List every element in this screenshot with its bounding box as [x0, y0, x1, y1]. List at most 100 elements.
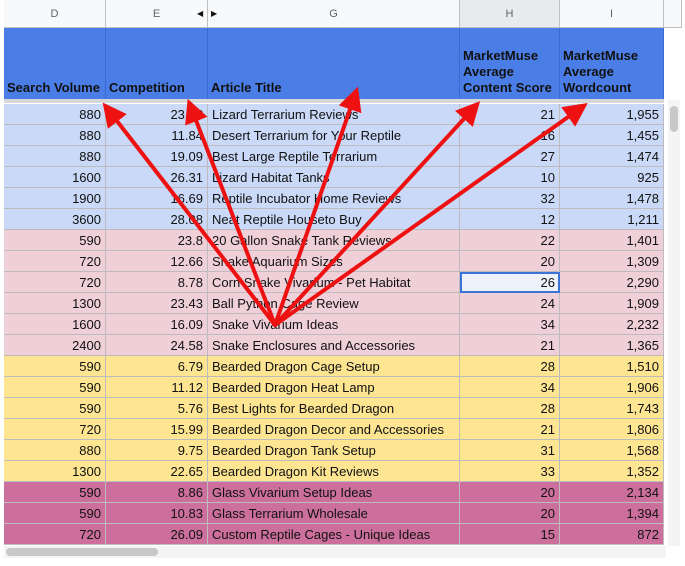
cell-wordcount[interactable]: 1,365	[560, 335, 664, 356]
column-header-h[interactable]: H	[460, 0, 560, 28]
cell-article-title[interactable]: Custom Reptile Cages - Unique Ideas	[208, 524, 460, 545]
cell-search-volume[interactable]: 880	[4, 125, 106, 146]
column-header-d[interactable]: D	[4, 0, 106, 28]
cell-competition[interactable]: 8.86	[106, 482, 208, 503]
cell-search-volume[interactable]: 3600	[4, 209, 106, 230]
cell-competition[interactable]: 8.78	[106, 272, 208, 293]
cell-competition[interactable]: 16.69	[106, 188, 208, 209]
cell-content-score[interactable]: 26	[460, 272, 560, 293]
cell-content-score[interactable]: 21	[460, 335, 560, 356]
cell-article-title[interactable]: Bearded Dragon Decor and Accessories	[208, 419, 460, 440]
cell-wordcount[interactable]: 872	[560, 524, 664, 545]
cell-wordcount[interactable]: 1,906	[560, 377, 664, 398]
cell-article-title[interactable]: 20 Gallon Snake Tank Reviews	[208, 230, 460, 251]
cell-content-score[interactable]: 27	[460, 146, 560, 167]
cell-wordcount[interactable]: 925	[560, 167, 664, 188]
vertical-scroll-thumb[interactable]	[670, 106, 678, 132]
cell-wordcount[interactable]: 1,743	[560, 398, 664, 419]
cell-competition[interactable]: 16.09	[106, 314, 208, 335]
cell-search-volume[interactable]: 1300	[4, 293, 106, 314]
frozen-row-divider[interactable]	[4, 99, 664, 103]
cell-article-title[interactable]: Bearded Dragon Tank Setup	[208, 440, 460, 461]
cell-article-title[interactable]: Reptile Incubator Home Reviews	[208, 188, 460, 209]
cell-wordcount[interactable]: 1,401	[560, 230, 664, 251]
cell-content-score[interactable]: 24	[460, 293, 560, 314]
cell-content-score[interactable]: 34	[460, 314, 560, 335]
cell-article-title[interactable]: Bearded Dragon Heat Lamp	[208, 377, 460, 398]
cell-competition[interactable]: 28.08	[106, 209, 208, 230]
cell-content-score[interactable]: 28	[460, 398, 560, 419]
cell-article-title[interactable]: Lizard Terrarium Reviews	[208, 104, 460, 125]
column-header-e[interactable]: E	[106, 0, 208, 28]
cell-search-volume[interactable]: 590	[4, 377, 106, 398]
cell-article-title[interactable]: Bearded Dragon Kit Reviews	[208, 461, 460, 482]
cell-search-volume[interactable]: 590	[4, 398, 106, 419]
cell-content-score[interactable]: 16	[460, 125, 560, 146]
cell-competition[interactable]: 19.09	[106, 146, 208, 167]
hidden-columns-left-icon[interactable]: ◀	[197, 9, 203, 18]
cell-wordcount[interactable]: 1,909	[560, 293, 664, 314]
column-header-g[interactable]: G	[208, 0, 460, 28]
cell-content-score[interactable]: 28	[460, 356, 560, 377]
cell-wordcount[interactable]: 1,352	[560, 461, 664, 482]
cell-search-volume[interactable]: 720	[4, 524, 106, 545]
cell-content-score[interactable]: 20	[460, 251, 560, 272]
cell-wordcount[interactable]: 1,474	[560, 146, 664, 167]
header-article-title[interactable]: Article Title	[208, 28, 460, 100]
cell-competition[interactable]: 6.79	[106, 356, 208, 377]
cell-competition[interactable]: 23.43	[106, 293, 208, 314]
cell-article-title[interactable]: Best Large Reptile Terrarium	[208, 146, 460, 167]
header-content-score[interactable]: MarketMuse Average Content Score	[460, 28, 560, 100]
cell-content-score[interactable]: 21	[460, 419, 560, 440]
cell-search-volume[interactable]: 2400	[4, 335, 106, 356]
cell-competition[interactable]: 9.75	[106, 440, 208, 461]
cell-search-volume[interactable]: 880	[4, 104, 106, 125]
cell-wordcount[interactable]: 1,955	[560, 104, 664, 125]
cell-article-title[interactable]: Desert Terrarium for Your Reptile	[208, 125, 460, 146]
cell-wordcount[interactable]: 1,211	[560, 209, 664, 230]
cell-article-title[interactable]: Neat Reptile Houseto Buy	[208, 209, 460, 230]
cell-article-title[interactable]: Lizard Habitat Tanks	[208, 167, 460, 188]
cell-article-title[interactable]: Snake Vivarium Ideas	[208, 314, 460, 335]
cell-content-score[interactable]: 34	[460, 377, 560, 398]
cell-content-score[interactable]: 32	[460, 188, 560, 209]
column-header-i[interactable]: I	[560, 0, 664, 28]
horizontal-scrollbar[interactable]	[4, 546, 666, 558]
cell-search-volume[interactable]: 1600	[4, 167, 106, 188]
cell-search-volume[interactable]: 720	[4, 251, 106, 272]
cell-search-volume[interactable]: 590	[4, 230, 106, 251]
cell-wordcount[interactable]: 1,394	[560, 503, 664, 524]
cell-search-volume[interactable]: 720	[4, 419, 106, 440]
cell-article-title[interactable]: Glass Terrarium Wholesale	[208, 503, 460, 524]
cell-search-volume[interactable]: 590	[4, 482, 106, 503]
vertical-scrollbar[interactable]	[668, 100, 680, 546]
cell-search-volume[interactable]: 1300	[4, 461, 106, 482]
cell-article-title[interactable]: Glass Vivarium Setup Ideas	[208, 482, 460, 503]
cell-search-volume[interactable]: 1900	[4, 188, 106, 209]
cell-competition[interactable]: 26.09	[106, 524, 208, 545]
cell-wordcount[interactable]: 1,309	[560, 251, 664, 272]
cell-competition[interactable]: 11.12	[106, 377, 208, 398]
header-competition[interactable]: Competition	[106, 28, 208, 100]
cell-content-score[interactable]: 21	[460, 104, 560, 125]
cell-competition[interactable]: 22.65	[106, 461, 208, 482]
cell-competition[interactable]: 11.84	[106, 125, 208, 146]
cell-competition[interactable]: 26.31	[106, 167, 208, 188]
cell-wordcount[interactable]: 2,290	[560, 272, 664, 293]
cell-wordcount[interactable]: 2,232	[560, 314, 664, 335]
cell-competition[interactable]: 5.76	[106, 398, 208, 419]
cell-wordcount[interactable]: 1,806	[560, 419, 664, 440]
cell-content-score[interactable]: 20	[460, 482, 560, 503]
cell-article-title[interactable]: Snake Enclosures and Accessories	[208, 335, 460, 356]
header-wordcount[interactable]: MarketMuse Average Wordcount	[560, 28, 664, 100]
cell-competition[interactable]: 12.66	[106, 251, 208, 272]
cell-content-score[interactable]: 10	[460, 167, 560, 188]
cell-wordcount[interactable]: 1,455	[560, 125, 664, 146]
cell-content-score[interactable]: 12	[460, 209, 560, 230]
header-search-volume[interactable]: Search Volume	[4, 28, 106, 100]
horizontal-scroll-thumb[interactable]	[6, 548, 158, 556]
cell-wordcount[interactable]: 1,478	[560, 188, 664, 209]
cell-competition[interactable]: 23.??	[106, 104, 208, 125]
cell-article-title[interactable]: Best Lights for Bearded Dragon	[208, 398, 460, 419]
cell-search-volume[interactable]: 590	[4, 356, 106, 377]
